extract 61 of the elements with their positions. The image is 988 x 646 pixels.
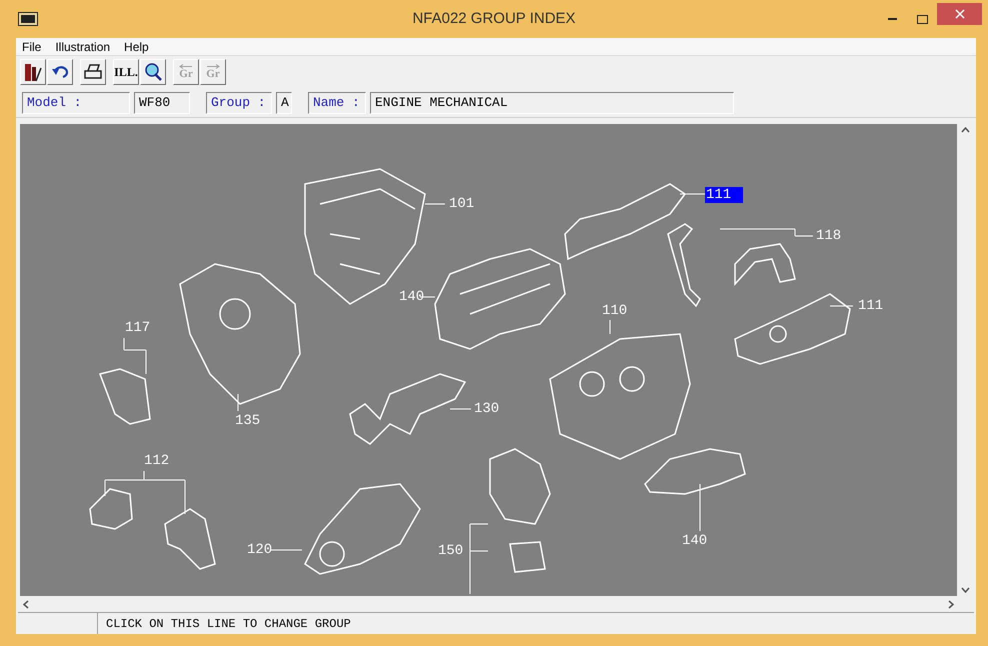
part-number-callout[interactable]: 140 <box>681 533 708 549</box>
field-label: Group : <box>206 92 272 114</box>
engine-part-drawing[interactable] <box>549 333 691 460</box>
left-arrow-icon <box>179 64 193 70</box>
undo-icon <box>51 65 69 80</box>
toolbar-button[interactable] <box>47 59 73 86</box>
menu-item[interactable]: Illustration <box>55 38 110 56</box>
close-icon <box>954 9 964 19</box>
part-number-callout[interactable]: 150 <box>437 543 464 559</box>
part-number-callout[interactable]: 117 <box>124 320 152 336</box>
field-value: A <box>276 92 292 114</box>
field-value: WF80 <box>134 92 190 114</box>
close-button[interactable] <box>937 3 982 25</box>
field-value: ENGINE MECHANICAL <box>370 92 734 114</box>
scroll-down-icon <box>961 587 970 593</box>
scroll-right-icon <box>948 600 954 608</box>
menu-item[interactable]: File <box>22 38 42 56</box>
menu-item[interactable]: Help <box>124 38 149 56</box>
toolbar-button[interactable]: ILL. <box>113 59 139 86</box>
part-number-callout[interactable]: 101 <box>448 196 476 212</box>
scroll-up-icon <box>961 127 970 133</box>
leader-line <box>470 524 488 594</box>
engine-part-drawing[interactable] <box>304 168 426 305</box>
maximize-icon <box>916 14 928 24</box>
part-number-callout[interactable]: 140 <box>398 289 426 305</box>
app-icon <box>18 12 38 26</box>
engine-part-drawing[interactable] <box>644 448 746 495</box>
right-arrow-icon <box>206 64 220 70</box>
part-number-callout[interactable]: 130 <box>473 401 500 417</box>
engine-part-drawing[interactable] <box>304 483 421 575</box>
minimize-icon <box>888 18 896 20</box>
engine-part-drawing[interactable] <box>89 488 216 570</box>
part-number-callout[interactable]: 111 <box>857 298 884 314</box>
toolbar-button[interactable] <box>20 59 46 86</box>
leader-line <box>420 296 436 298</box>
part-number-callout[interactable]: 118 <box>815 228 842 244</box>
magnifier-icon <box>143 62 163 82</box>
leader-line <box>124 338 146 374</box>
engine-part-drawing[interactable] <box>99 368 151 425</box>
engine-part-drawing[interactable] <box>179 263 301 405</box>
window-title: NFA022 GROUP INDEX <box>412 8 576 29</box>
part-number-callout[interactable]: 135 <box>234 413 262 429</box>
field-label: Model : <box>22 92 130 114</box>
part-number-callout[interactable]: 110 <box>601 303 628 319</box>
status-text[interactable]: CLICK ON THIS LINE TO CHANGE GROUP <box>98 613 359 634</box>
engine-part-drawing[interactable] <box>564 183 686 260</box>
engine-part-drawing[interactable] <box>434 248 566 350</box>
part-number-callout[interactable]: 120 <box>246 542 274 558</box>
scroll-left-icon <box>23 600 29 608</box>
toolbar-button[interactable] <box>80 59 106 86</box>
field-label: Name : <box>308 92 366 114</box>
books-icon <box>24 62 42 82</box>
engine-part-drawing[interactable] <box>667 223 796 308</box>
engine-part-drawing[interactable] <box>489 448 551 573</box>
engine-part-drawing[interactable] <box>349 373 466 445</box>
part-number-callout[interactable]: 111 <box>705 187 743 203</box>
leader-line <box>450 408 472 410</box>
printer-icon <box>83 63 103 82</box>
part-number-callout[interactable]: 112 <box>143 453 170 469</box>
toolbar-button[interactable] <box>140 59 166 86</box>
engine-part-drawing[interactable] <box>734 293 851 365</box>
